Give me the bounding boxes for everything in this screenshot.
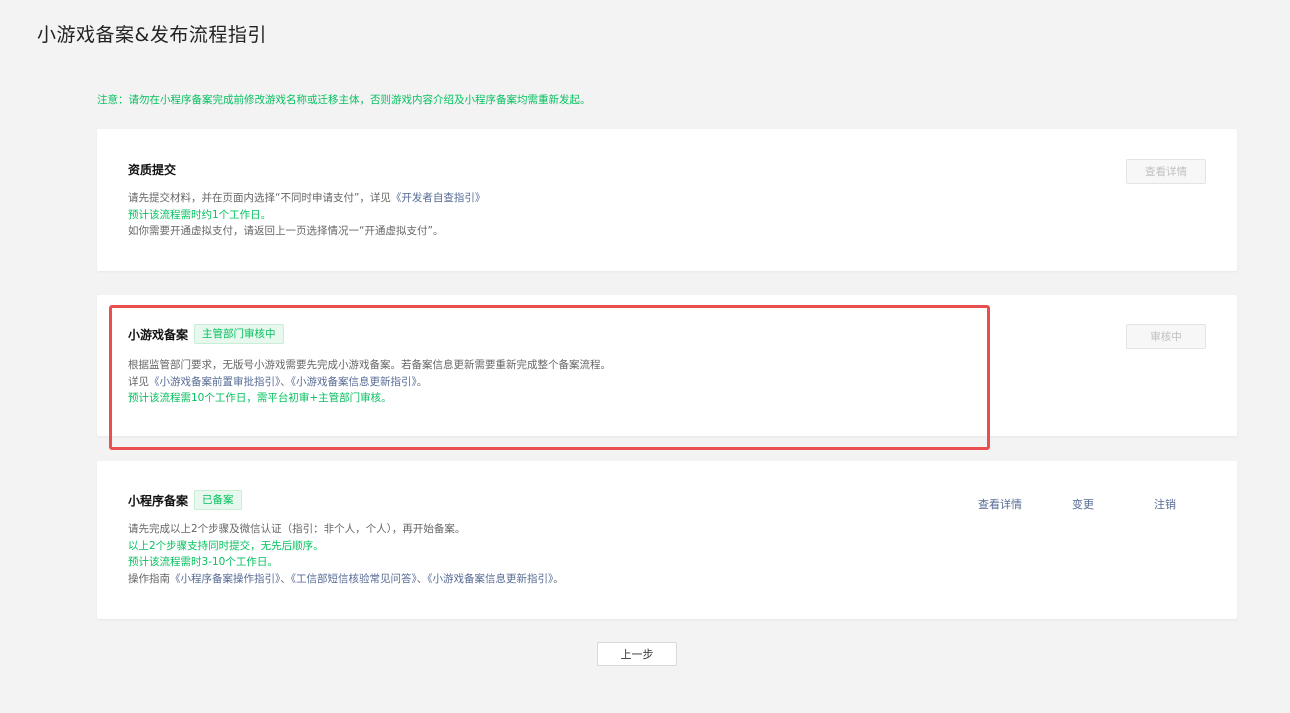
card-line: 请先完成以上2个步骤及微信认证（指引：非个人，个人），再开始备案。 xyxy=(128,523,466,535)
card-minigame-filing: 小游戏备案 主管部门审核中 审核中 根据监管部门要求，无版号小游戏需要先完成小游… xyxy=(97,295,1237,436)
card-line: 预计该流程需时3-10个工作日。 xyxy=(128,556,278,568)
card-line: 详见《小游戏备案前置审批指引》、《小游戏备案信息更新指引》。 xyxy=(128,374,611,391)
page-title: 小游戏备案&发布流程指引 xyxy=(37,24,267,46)
card-line: 根据监管部门要求，无版号小游戏需要先完成小游戏备案。若备案信息更新需要重新完成整… xyxy=(128,359,611,371)
change-link[interactable]: 变更 xyxy=(1072,496,1094,512)
card-title: 小程序备案 xyxy=(128,493,189,508)
card-title: 小游戏备案 xyxy=(128,327,189,342)
card-line: 预计该流程需10个工作日，需平台初审+主管部门审核。 xyxy=(128,392,392,404)
card-line: 预计该流程需时约1个工作日。 xyxy=(128,208,272,221)
card-body: 根据监管部门要求，无版号小游戏需要先完成小游戏备案。若备案信息更新需要重新完成整… xyxy=(128,357,611,407)
card-line: 请先提交材料，并在页面内选择“不同时申请支付”，详见《开发者自查指引》 xyxy=(128,190,485,207)
card-header: 小程序备案 已备案 xyxy=(128,490,242,510)
card-qualification: 资质提交 查看详情 请先提交材料，并在页面内选择“不同时申请支付”，详见《开发者… xyxy=(97,129,1237,271)
view-details-button[interactable]: 查看详情 xyxy=(1126,159,1206,184)
card-body: 请先完成以上2个步骤及微信认证（指引：非个人，个人），再开始备案。 以上2个步骤… xyxy=(128,521,564,587)
cancel-filing-link[interactable]: 注销 xyxy=(1154,496,1176,512)
view-details-link[interactable]: 查看详情 xyxy=(978,496,1022,512)
status-badge: 主管部门审核中 xyxy=(194,324,284,344)
under-review-button[interactable]: 审核中 xyxy=(1126,324,1206,349)
sms-verification-faq-link[interactable]: 《工信部短信核验常见问答》 xyxy=(291,573,417,585)
line-text: 、 xyxy=(416,572,428,585)
card-line: 如你需要开通虚拟支付，请返回上一页选择情况一“开通虚拟支付”。 xyxy=(128,225,444,237)
miniprogram-filing-guide-link[interactable]: 《小程序备案操作指引》 xyxy=(170,573,280,585)
card-title: 资质提交 xyxy=(128,163,177,177)
notice-text: 注意：请勿在小程序备案完成前修改游戏名称或迁移主体，否则游戏内容介绍及小程序备案… xyxy=(97,94,591,106)
card-header: 资质提交 xyxy=(128,161,176,178)
status-badge: 已备案 xyxy=(194,490,242,510)
card-header: 小游戏备案 主管部门审核中 xyxy=(128,324,284,344)
line-text: 详见 xyxy=(128,375,149,388)
card-body: 请先提交材料，并在页面内选择“不同时申请支付”，详见《开发者自查指引》 预计该流… xyxy=(128,190,485,240)
previous-step-button[interactable]: 上一步 xyxy=(597,642,677,666)
line-text: 、 xyxy=(280,572,291,585)
card-line: 以上2个步骤支持同时提交，无先后顺序。 xyxy=(128,539,324,552)
filing-update-guide-link[interactable]: 《小游戏备案信息更新指引》 xyxy=(427,573,553,585)
line-text: 。 xyxy=(416,375,428,388)
filing-update-guide-link[interactable]: 《小游戏备案信息更新指引》 xyxy=(291,376,417,388)
line-text: 操作指南 xyxy=(128,572,170,585)
line-text: 请先提交材料，并在页面内选择“不同时申请支付”，详见 xyxy=(128,192,391,204)
line-text: 。 xyxy=(553,572,564,585)
developer-self-check-link[interactable]: 《开发者自查指引》 xyxy=(391,192,486,204)
filing-pre-approval-link[interactable]: 《小游戏备案前置审批指引》 xyxy=(149,376,280,388)
line-text: 、 xyxy=(280,375,291,388)
card-miniprogram-filing: 小程序备案 已备案 查看详情 变更 注销 请先完成以上2个步骤及微信认证（指引：… xyxy=(97,461,1237,619)
card-line: 操作指南《小程序备案操作指引》、《工信部短信核验常见问答》、《小游戏备案信息更新… xyxy=(128,571,564,588)
